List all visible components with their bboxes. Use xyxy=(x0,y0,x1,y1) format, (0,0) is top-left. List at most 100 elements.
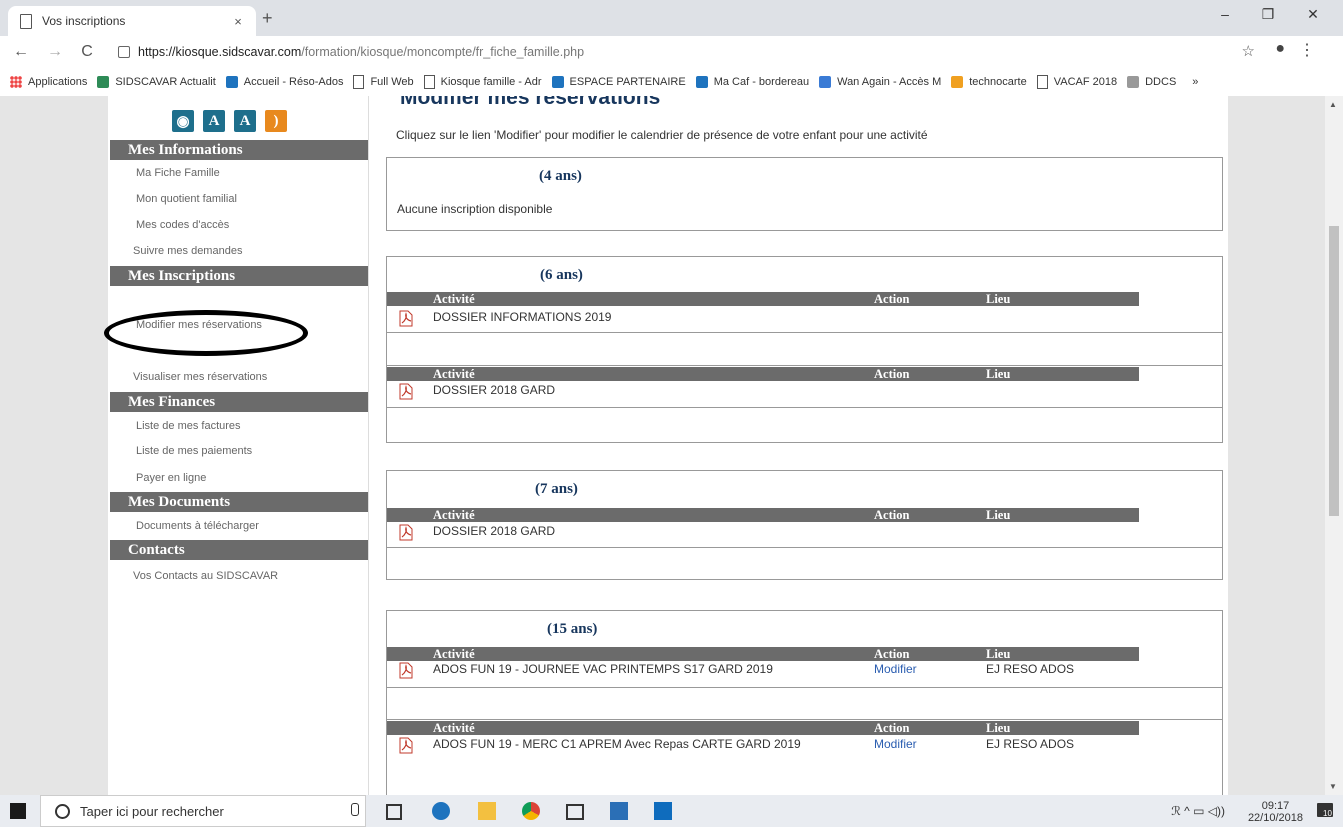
bookmark-item[interactable]: Ma Caf - bordereau xyxy=(695,76,809,88)
header-activity: Activité xyxy=(433,647,475,661)
bookmark-item[interactable]: DDCS xyxy=(1127,76,1176,88)
bookmark-label: Full Web xyxy=(370,76,414,88)
section-mes-finances: Mes Finances xyxy=(110,392,368,412)
new-tab-button[interactable]: + xyxy=(262,8,273,29)
pdf-icon[interactable] xyxy=(399,383,413,400)
header-action: Action xyxy=(874,647,910,661)
bookmark-item[interactable]: Wan Again - Accès M xyxy=(819,76,941,88)
bookmark-item[interactable]: technocarte xyxy=(951,76,1027,88)
bookmark-item[interactable]: SIDSCAVAR Actualit xyxy=(97,76,216,88)
scrollbar-thumb[interactable] xyxy=(1329,226,1339,516)
activity-place: EJ RESO ADOS xyxy=(986,662,1075,676)
sidebar-item-fiche-famille[interactable]: Ma Fiche Famille xyxy=(136,167,220,179)
divider xyxy=(387,547,1222,548)
sidebar-item-quotient[interactable]: Mon quotient familial xyxy=(136,193,237,205)
pdf-icon[interactable] xyxy=(399,524,413,541)
bookmark-item[interactable]: VACAF 2018 xyxy=(1036,75,1118,89)
bookmark-item[interactable]: Applications xyxy=(10,76,87,88)
sidebar-item-paiements[interactable]: Liste de mes paiements xyxy=(136,445,252,457)
outlook-icon[interactable] xyxy=(654,802,672,820)
accessibility-toolbar: ◉ A A ) xyxy=(172,110,287,132)
clock[interactable]: 09:17 22/10/2018 xyxy=(1248,800,1303,824)
system-tray-icons[interactable]: ℛ ^ ▭ ◁)) xyxy=(1171,804,1225,818)
scroll-up-icon[interactable]: ▲ xyxy=(1329,100,1337,109)
sidebar-item-suivre-demandes[interactable]: Suivre mes demandes xyxy=(133,245,242,257)
modify-link[interactable]: Modifier xyxy=(874,737,917,751)
contrast-icon[interactable]: ◉ xyxy=(172,110,194,132)
bookmark-item[interactable]: Accueil - Réso-Ados xyxy=(225,76,343,88)
sidebar-item-payer-en-ligne[interactable]: Payer en ligne xyxy=(136,472,206,484)
activity-name[interactable]: DOSSIER 2018 GARD xyxy=(433,524,555,538)
pdf-icon[interactable] xyxy=(399,662,413,679)
restore-button[interactable]: ❐ xyxy=(1253,6,1283,23)
notification-icon[interactable]: 10 xyxy=(1317,803,1333,818)
scroll-down-icon[interactable]: ▼ xyxy=(1329,782,1337,791)
taskbar: Taper ici pour rechercher ℛ ^ ▭ ◁)) 09:1… xyxy=(0,795,1343,827)
bookmark-item[interactable]: Kiosque famille - Adr xyxy=(423,75,542,89)
page-icon xyxy=(353,75,365,89)
divider xyxy=(387,332,1222,333)
table-header: Activité Action Lieu xyxy=(387,647,1139,661)
url-field[interactable]: https://kiosque.sidscavar.com /formation… xyxy=(118,42,1218,62)
close-window-button[interactable]: ✕ xyxy=(1298,6,1328,23)
minimize-button[interactable]: – xyxy=(1210,6,1240,22)
bookmark-star-icon[interactable]: ☆ xyxy=(1242,42,1255,60)
chrome-icon[interactable] xyxy=(522,802,540,820)
clock-date: 22/10/2018 xyxy=(1247,812,1303,824)
task-view-icon[interactable] xyxy=(386,804,402,820)
sidscavar-icon xyxy=(97,76,110,88)
account-icon[interactable]: ● xyxy=(1275,40,1285,58)
header-activity: Activité xyxy=(433,292,475,306)
back-button[interactable]: ← xyxy=(10,43,32,61)
activity-name[interactable]: ADOS FUN 19 - JOURNEE VAC PRINTEMPS S17 … xyxy=(433,662,773,676)
sidebar-item-codes-acces[interactable]: Mes codes d'accès xyxy=(136,219,229,231)
child-age: (15 ans) xyxy=(547,621,598,637)
table-header: Activité Action Lieu xyxy=(387,721,1139,735)
bookmarks-overflow-button[interactable]: » xyxy=(1192,76,1198,88)
windows-start-icon[interactable] xyxy=(10,803,26,819)
pdf-icon[interactable] xyxy=(399,310,413,327)
activity-name[interactable]: DOSSIER INFORMATIONS 2019 xyxy=(433,310,611,324)
font-increase-icon[interactable]: A xyxy=(234,110,256,132)
header-action: Action xyxy=(874,292,910,306)
taskbar-search[interactable]: Taper ici pour rechercher xyxy=(40,795,366,827)
file-explorer-icon[interactable] xyxy=(478,802,496,820)
sidebar-item-contacts[interactable]: Vos Contacts au SIDSCAVAR xyxy=(133,570,278,582)
browser-tab[interactable]: Vos inscriptions × xyxy=(8,6,256,36)
apps-grid-icon xyxy=(10,76,22,88)
tab-close-button[interactable]: × xyxy=(230,14,246,29)
header-place: Lieu xyxy=(986,367,1011,381)
empty-message: Aucune inscription disponible xyxy=(397,202,553,216)
activity-name[interactable]: DOSSIER 2018 GARD xyxy=(433,383,555,397)
search-placeholder: Taper ici pour rechercher xyxy=(80,803,224,819)
header-place: Lieu xyxy=(986,508,1011,522)
header-activity: Activité xyxy=(433,508,475,522)
page-title: Modifier mes réservations xyxy=(400,96,661,109)
reload-button[interactable]: C xyxy=(76,43,98,61)
header-action: Action xyxy=(874,721,910,735)
font-decrease-icon[interactable]: A xyxy=(203,110,225,132)
app-icon[interactable] xyxy=(610,802,628,820)
bookmark-label: Wan Again - Accès M xyxy=(837,76,942,88)
divider xyxy=(387,365,1222,366)
child-age: (4 ans) xyxy=(539,168,582,184)
page-content: ▲ ▼ Accessibilité ◉ A A ) Mes Informatio… xyxy=(0,96,1343,795)
bookmark-label: VACAF 2018 xyxy=(1053,76,1118,88)
browser-menu-button[interactable]: ⋮ xyxy=(1299,40,1315,60)
forward-button[interactable]: → xyxy=(44,43,66,61)
bookmark-item[interactable]: ESPACE PARTENAIRE xyxy=(551,76,686,88)
rss-icon[interactable]: ) xyxy=(265,110,287,132)
pdf-icon[interactable] xyxy=(399,737,413,754)
bookmark-item[interactable]: Full Web xyxy=(353,75,414,89)
header-activity: Activité xyxy=(433,721,475,735)
edge-icon[interactable] xyxy=(432,802,450,820)
sidebar-item-factures[interactable]: Liste de mes factures xyxy=(136,420,241,432)
microphone-icon[interactable] xyxy=(351,803,359,816)
sidebar-item-documents[interactable]: Documents à télécharger xyxy=(136,520,259,532)
bookmark-label: Kiosque famille - Adr xyxy=(440,76,542,88)
modify-link[interactable]: Modifier xyxy=(874,662,917,676)
sidebar-item-visualiser-reservations[interactable]: Visualiser mes réservations xyxy=(133,371,267,383)
window-app-icon[interactable] xyxy=(566,804,584,820)
activity-name[interactable]: ADOS FUN 19 - MERC C1 APREM Avec Repas C… xyxy=(433,737,801,751)
caf-icon xyxy=(551,76,564,88)
